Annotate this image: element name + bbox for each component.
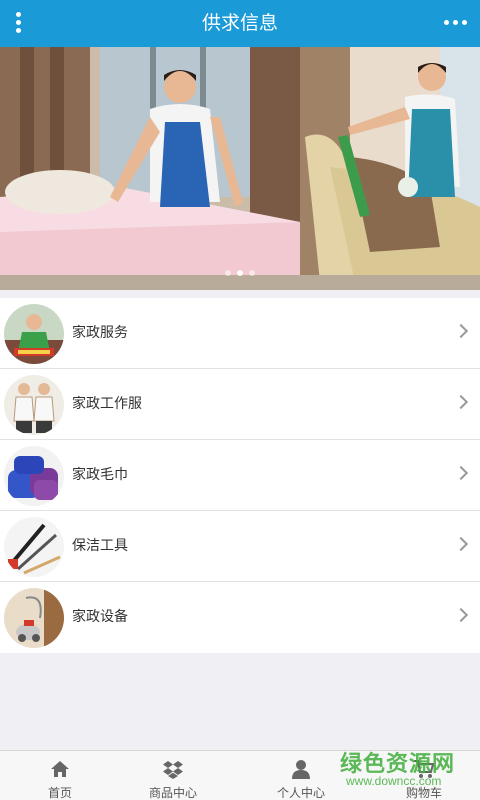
chevron-right-icon (453, 607, 469, 623)
category-row-housekeeping-service[interactable]: 家政服务 (0, 298, 480, 369)
category-label: 家政毛巾 (72, 467, 128, 483)
tab-home[interactable]: 首页 (0, 751, 120, 800)
tab-label: 个人中心 (276, 786, 325, 800)
dropbox-icon (163, 761, 183, 779)
category-label: 家政工作服 (72, 396, 142, 412)
chevron-right-icon (453, 465, 469, 481)
carousel-dot[interactable] (249, 270, 255, 276)
category-label: 家政服务 (72, 325, 128, 341)
carousel-dot[interactable] (225, 270, 231, 276)
carousel-dot-active[interactable] (237, 270, 243, 276)
user-icon (292, 760, 310, 779)
home-icon (51, 761, 69, 777)
app-header: 供求信息 (0, 0, 480, 47)
chevron-right-icon (453, 536, 469, 552)
category-list: 家政服务 家政工作服 家政毛巾 保洁工具 家政设备 (0, 298, 480, 653)
category-label: 家政设备 (72, 609, 128, 625)
banner-carousel[interactable] (0, 47, 480, 290)
horizontal-dots-icon[interactable] (442, 12, 470, 34)
tab-label: 购物车 (405, 786, 442, 800)
tab-label: 首页 (47, 786, 72, 800)
chevron-right-icon (453, 323, 469, 339)
category-row-equipment[interactable]: 家政设备 (0, 582, 480, 653)
category-row-work-uniform[interactable]: 家政工作服 (0, 369, 480, 440)
carousel-indicator (0, 270, 480, 276)
tab-cart[interactable]: 购物车 (364, 751, 480, 800)
tab-products[interactable]: 商品中心 (113, 751, 233, 800)
equipment-thumbnail (4, 588, 64, 648)
tab-label: 商品中心 (148, 786, 197, 800)
tab-profile[interactable]: 个人中心 (241, 751, 361, 800)
housekeeping-service-thumbnail (4, 304, 64, 364)
banner-image (0, 47, 480, 290)
category-row-towels[interactable]: 家政毛巾 (0, 440, 480, 511)
towels-thumbnail (4, 446, 64, 506)
category-label: 保洁工具 (72, 538, 128, 554)
work-uniform-thumbnail (4, 375, 64, 435)
page-title: 供求信息 (201, 12, 278, 34)
cleaning-tools-thumbnail (4, 517, 64, 577)
bottom-tab-bar: 首页 商品中心 个人中心 购物车 (0, 750, 480, 800)
cart-icon (414, 760, 435, 778)
category-row-cleaning-tools[interactable]: 保洁工具 (0, 511, 480, 582)
chevron-right-icon (453, 394, 469, 410)
